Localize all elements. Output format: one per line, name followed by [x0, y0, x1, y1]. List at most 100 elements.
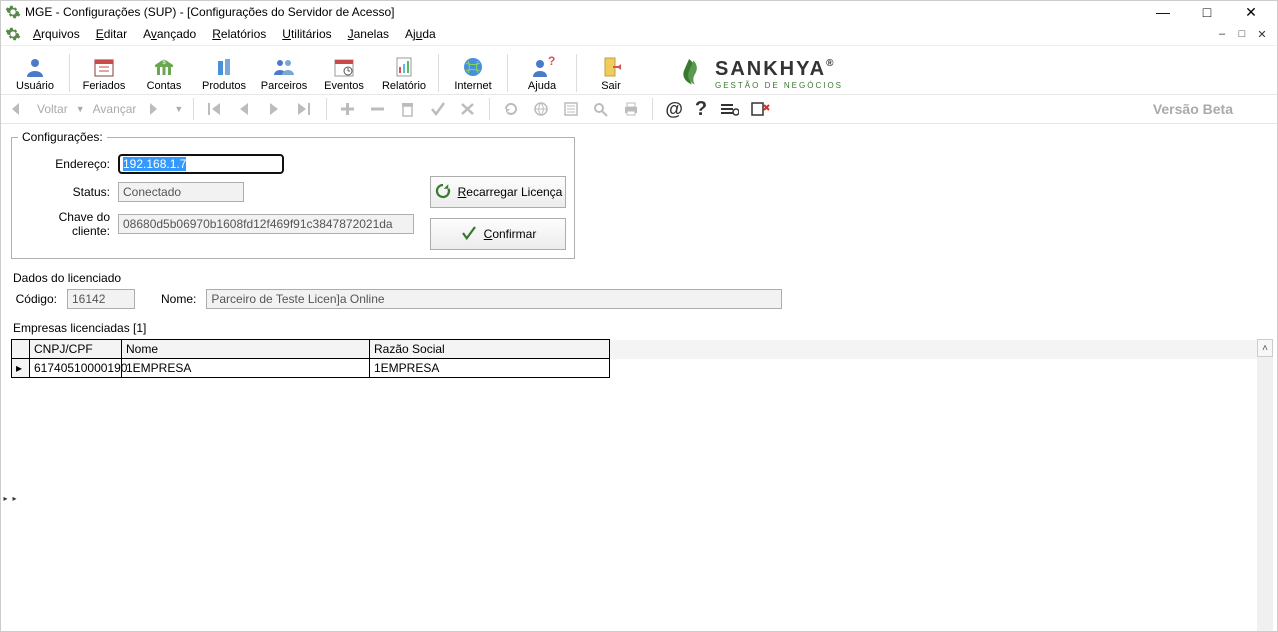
exit-icon: [597, 55, 625, 79]
nome-label: Nome:: [161, 292, 196, 306]
empresas-grid[interactable]: CNPJ/CPF Nome Razão Social ▸ 61740510000…: [11, 339, 1273, 631]
nav-delete-icon[interactable]: [395, 101, 421, 117]
partners-icon: [270, 55, 298, 79]
menubar-gear-icon: [5, 26, 21, 42]
content-area: ▸▸ Configurações: Endereço: Status:: [1, 124, 1277, 631]
tb-produtos-label: Produtos: [202, 80, 246, 92]
tb-relatorio-label: Relatório: [382, 80, 426, 92]
nav-confirm-icon[interactable]: [425, 101, 451, 117]
config-fieldset: Configurações: Endereço: Status: Chave d…: [11, 130, 575, 259]
events-icon: [330, 55, 358, 79]
reload-icon: [434, 182, 452, 203]
nav-voltar-dropdown-icon[interactable]: ▼: [74, 104, 87, 114]
grid-scrollbar[interactable]: ˄: [1257, 339, 1273, 631]
brand: SANKHYA® GESTÃO DE NEGÓCIOS: [671, 56, 843, 92]
menu-ajuda[interactable]: Ajuda: [397, 23, 444, 45]
tb-ajuda[interactable]: ? Ajuda: [512, 55, 572, 92]
nav-next-icon[interactable]: [262, 101, 288, 117]
tb-eventos-label: Eventos: [324, 80, 364, 92]
nav-filter-icon[interactable]: [715, 101, 743, 117]
col-cnpj[interactable]: CNPJ/CPF: [30, 340, 122, 359]
nav-print-icon[interactable]: [618, 101, 644, 117]
mdi-close-button[interactable]: ✕: [1253, 26, 1271, 42]
grid-header-row: CNPJ/CPF Nome Razão Social: [12, 340, 1274, 359]
menu-relatorios[interactable]: Relatórios: [204, 23, 274, 45]
close-button[interactable]: ✕: [1229, 1, 1273, 23]
nav-help-icon[interactable]: ?: [691, 98, 711, 121]
confirmar-button[interactable]: Confirmar: [430, 218, 566, 250]
minimize-button[interactable]: ―: [1141, 1, 1185, 23]
menu-utilitarios[interactable]: Utilitários: [274, 23, 339, 45]
nav-exit-search-icon[interactable]: [747, 101, 775, 117]
tb-parceiros[interactable]: Parceiros: [254, 55, 314, 92]
nav-remove-icon[interactable]: [365, 101, 391, 117]
window-title: MGE - Configurações (SUP) - [Configuraçõ…: [25, 5, 1141, 19]
mdi-minimize-button[interactable]: –: [1213, 26, 1231, 42]
tb-internet-label: Internet: [454, 80, 491, 92]
main-toolbar: Usuário Feriados $ Contas Produtos Parce…: [1, 46, 1277, 95]
titlebar: MGE - Configurações (SUP) - [Configuraçõ…: [1, 1, 1277, 23]
cell-razao[interactable]: 1EMPRESA: [370, 359, 610, 378]
status-label: Status:: [18, 185, 110, 199]
nav-add-icon[interactable]: [335, 101, 361, 117]
recarregar-button[interactable]: Recarregar Licença: [430, 176, 566, 208]
help-user-icon: ?: [528, 55, 556, 79]
col-nome[interactable]: Nome: [122, 340, 370, 359]
table-row[interactable]: ▸ 61740510000190 1EMPRESA 1EMPRESA: [12, 359, 1274, 378]
tb-contas[interactable]: $ Contas: [134, 55, 194, 92]
nav-voltar-label[interactable]: Voltar: [35, 102, 70, 116]
tb-ajuda-label: Ajuda: [528, 80, 556, 92]
tb-sair[interactable]: Sair: [581, 55, 641, 92]
cell-cnpj[interactable]: 61740510000190: [30, 359, 122, 378]
report-icon: [390, 55, 418, 79]
endereco-label: Endereço:: [18, 157, 110, 171]
menu-janelas[interactable]: Janelas: [340, 23, 397, 45]
tb-eventos[interactable]: Eventos: [314, 55, 374, 92]
cell-nome[interactable]: 1EMPRESA: [122, 359, 370, 378]
nav-avancar-dropdown-icon[interactable]: ▼: [172, 104, 185, 114]
version-beta-label: Versão Beta: [1153, 101, 1233, 117]
codigo-input: [67, 289, 135, 309]
nav-last-icon[interactable]: [292, 101, 318, 117]
nav-refresh-icon[interactable]: [498, 101, 524, 117]
nav-avancar-label[interactable]: Avançar: [91, 102, 139, 116]
bank-icon: $: [150, 55, 178, 79]
menu-arquivos[interactable]: Arquivos: [25, 23, 88, 45]
maximize-button[interactable]: □: [1185, 1, 1229, 23]
nav-at-icon[interactable]: @: [661, 99, 687, 120]
scroll-up-icon[interactable]: ˄: [1257, 339, 1273, 357]
tb-produtos[interactable]: Produtos: [194, 55, 254, 92]
nav-back-arrow-icon[interactable]: [5, 101, 31, 117]
brand-name: SANKHYA: [715, 58, 826, 80]
menu-editar[interactable]: Editar: [88, 23, 135, 45]
nav-toolbar: Voltar ▼ Avançar ▼ @ ? Versão Beta: [1, 95, 1277, 124]
brand-logo-icon: [671, 56, 707, 92]
licenciado-title: Dados do licenciado: [13, 271, 1273, 285]
nav-prev-icon[interactable]: [232, 101, 258, 117]
tb-parceiros-label: Parceiros: [261, 80, 307, 92]
nav-first-icon[interactable]: [202, 101, 228, 117]
calendar-icon: [90, 55, 118, 79]
nav-globe-icon[interactable]: [528, 101, 554, 117]
nav-search-icon[interactable]: [588, 101, 614, 117]
menubar: Arquivos Editar Avançado Relatórios Util…: [1, 23, 1277, 46]
codigo-label: Código:: [11, 292, 57, 306]
products-icon: [210, 55, 238, 79]
tb-usuario[interactable]: Usuário: [5, 55, 65, 92]
nav-forward-arrow-icon[interactable]: [142, 101, 168, 117]
mdi-restore-button[interactable]: □: [1233, 26, 1251, 42]
tb-usuario-label: Usuário: [16, 80, 54, 92]
user-icon: [21, 55, 49, 79]
tb-relatorio[interactable]: Relatório: [374, 55, 434, 92]
tb-feriados[interactable]: Feriados: [74, 55, 134, 92]
col-razao[interactable]: Razão Social: [370, 340, 610, 359]
nav-cancel-icon[interactable]: [455, 101, 481, 117]
tb-contas-label: Contas: [147, 80, 182, 92]
menu-avancado[interactable]: Avançado: [135, 23, 204, 45]
tb-internet[interactable]: Internet: [443, 55, 503, 92]
nome-input: [206, 289, 782, 309]
globe-icon: [459, 55, 487, 79]
app-gear-icon: [5, 4, 21, 20]
nav-form-icon[interactable]: [558, 101, 584, 117]
endereco-input[interactable]: [118, 154, 284, 174]
